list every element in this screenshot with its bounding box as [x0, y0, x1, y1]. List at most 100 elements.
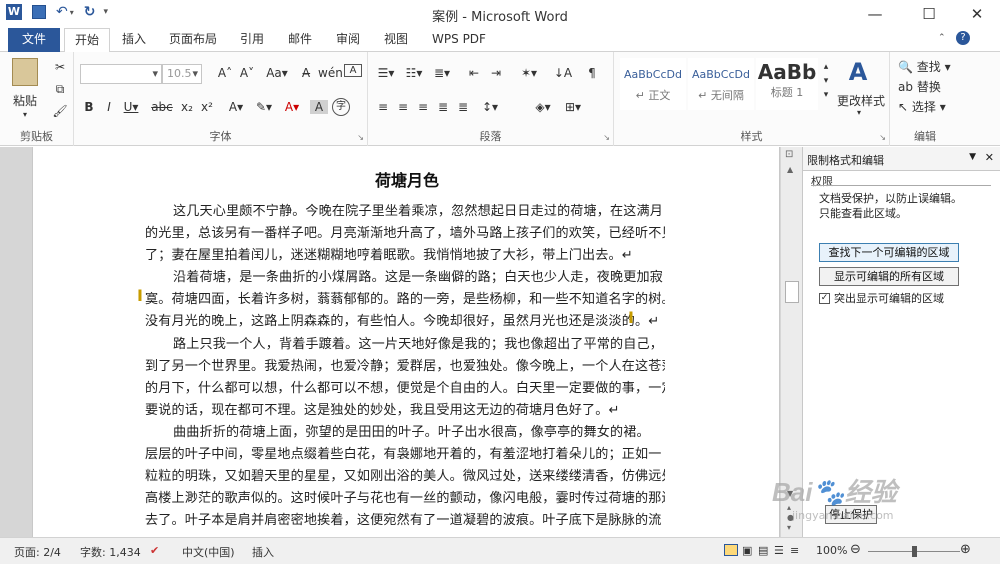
document-body[interactable]: 这几天心里颇不宁静。今晚在院子里坐着乘凉，忽然想起日日走过的荷塘，在这满月 的光里…: [145, 201, 665, 532]
document-line[interactable]: 了；妻在屋里拍着闰儿，迷迷糊糊地哼着眠歌。我悄悄地披了大衫，带上门出去。↵: [145, 245, 665, 267]
document-line[interactable]: 高楼上渺茫的歌声似的。这时候叶子与花也有一丝的颤动，像闪电般，霎时传过荷塘的那边: [145, 488, 665, 510]
find-next-editable-button[interactable]: 查找下一个可编辑的区域: [819, 243, 959, 262]
minimize-button[interactable]: —: [852, 0, 898, 28]
document-line[interactable]: 没有月光的晚上，这路上阴森森的，有些怕人。今晚却很好，虽然月光也还是淡淡的。↵: [145, 311, 665, 333]
help-icon[interactable]: ?: [956, 31, 970, 45]
document-line[interactable]: 的月下，什么都可以想，什么都可以不想，便觉是个自由的人。白天里一定要做的事，一定: [145, 378, 665, 400]
borders-icon[interactable]: ⊞▾: [560, 100, 586, 114]
align-right-icon[interactable]: ≡: [414, 100, 432, 114]
language-indicator[interactable]: 中文(中国): [182, 544, 235, 560]
paste-icon[interactable]: [12, 58, 38, 86]
proofing-icon[interactable]: ✔: [150, 544, 159, 557]
subscript-icon[interactable]: x₂: [178, 100, 196, 114]
tab-insert[interactable]: 插入: [114, 28, 154, 52]
highlight-checkbox[interactable]: ✓: [819, 292, 830, 304]
multilevel-list-icon[interactable]: ≣▾: [430, 66, 454, 80]
document-line[interactable]: 这几天心里颇不宁静。今晚在院子里坐着乘凉，忽然想起日日走过的荷塘，在这满月: [145, 201, 665, 223]
change-styles-icon[interactable]: A: [844, 58, 872, 86]
outline-view-icon[interactable]: ☰: [774, 544, 784, 557]
highlight-icon[interactable]: ✎▾: [252, 100, 276, 114]
scrollbar-thumb[interactable]: [785, 281, 799, 303]
char-shading-icon[interactable]: A: [310, 100, 328, 114]
cut-icon[interactable]: ✂: [52, 60, 68, 74]
strikethrough-icon[interactable]: abc: [150, 100, 174, 114]
document-line[interactable]: 的光里，总该另有一番样子吧。月亮渐渐地升高了，墙外马路上孩子们的欢笑，已经听不见: [145, 223, 665, 245]
copy-icon[interactable]: ⧉: [52, 82, 68, 97]
scroll-up-icon[interactable]: ▲: [787, 165, 793, 174]
print-layout-view-icon[interactable]: [724, 544, 738, 556]
tab-home[interactable]: 开始: [64, 28, 110, 53]
select-button[interactable]: ↖ 选择 ▾: [898, 98, 958, 115]
show-marks-icon[interactable]: ¶: [582, 66, 602, 80]
word-count[interactable]: 字数: 1,434: [80, 544, 141, 560]
tab-review[interactable]: 审阅: [330, 28, 366, 52]
font-size-combo[interactable]: 10.5 ▾: [162, 64, 202, 84]
styles-scroll-icon[interactable]: ▴ ▾ ▾: [820, 60, 832, 102]
font-name-combo[interactable]: ▾: [80, 64, 162, 84]
zoom-out-icon[interactable]: ⊖: [850, 542, 861, 557]
phonetic-guide-icon[interactable]: wén: [318, 66, 343, 80]
document-line[interactable]: 粒粒的明珠，又如碧天里的星星，又如刚出浴的美人。微风过处，送来缕缕清香，仿佛远处: [145, 466, 665, 488]
document-line[interactable]: 路上只我一个人，背着手踱着。这一片天地好像是我的；我也像超出了平常的自己，: [145, 334, 665, 356]
char-border-icon[interactable]: A: [344, 64, 362, 77]
style-heading-1[interactable]: AaBb 标题 1: [756, 58, 818, 110]
distributed-icon[interactable]: ≣: [454, 100, 472, 114]
document-line[interactable]: 到了另一个世界里。我爱热闹，也爱冷静；爱群居，也爱独处。像今晚上，一个人在这苍茫: [145, 356, 665, 378]
align-left-icon[interactable]: ≡: [374, 100, 392, 114]
grow-font-icon[interactable]: A˄: [214, 66, 236, 80]
superscript-icon[interactable]: x²: [198, 100, 216, 114]
document-line[interactable]: 沿着荷塘，是一条曲折的小煤屑路。这是一条幽僻的路；白天也少人走，夜晚更加寂: [145, 267, 665, 289]
italic-icon[interactable]: I: [100, 100, 118, 114]
zoom-slider-thumb[interactable]: [912, 546, 917, 557]
highlight-editable-option[interactable]: ✓ 突出显示可编辑的区域: [819, 290, 944, 306]
shrink-font-icon[interactable]: A˅: [236, 66, 258, 80]
tab-page-layout[interactable]: 页面布局: [164, 28, 222, 52]
sort-icon[interactable]: ↓A: [552, 66, 574, 80]
style-normal[interactable]: AaBbCcDd ↵ 正文: [620, 58, 686, 110]
justify-icon[interactable]: ≣: [434, 100, 452, 114]
tab-wps-pdf[interactable]: WPS PDF: [428, 28, 490, 52]
paste-dropdown-icon[interactable]: ▾: [20, 110, 30, 119]
document-page[interactable]: 荷塘月色 这几天心里颇不宁静。今晚在院子里坐着乘凉，忽然想起日日走过的荷塘，在这…: [32, 147, 780, 537]
numbering-icon[interactable]: ☷▾: [402, 66, 426, 80]
zoom-level[interactable]: 100%: [816, 544, 847, 557]
decrease-indent-icon[interactable]: ⇤: [464, 66, 484, 80]
tab-file[interactable]: 文件: [8, 28, 60, 52]
font-color-icon[interactable]: A▾: [280, 100, 304, 114]
paste-button[interactable]: 粘贴: [6, 92, 44, 109]
next-page-icon[interactable]: ▾: [787, 523, 791, 532]
format-painter-icon[interactable]: 🖌: [52, 104, 68, 118]
increase-indent-icon[interactable]: ⇥: [486, 66, 506, 80]
document-line[interactable]: 层层的叶子中间，零星地点缀着些白花，有袅娜地开着的，有羞涩地打着朵儿的；正如一: [145, 444, 665, 466]
collapse-ribbon-icon[interactable]: ⌃: [938, 33, 946, 43]
change-styles-dropdown-icon[interactable]: ▾: [854, 108, 864, 117]
full-screen-view-icon[interactable]: ▣: [742, 544, 752, 557]
web-layout-view-icon[interactable]: ▤: [758, 544, 768, 557]
draft-view-icon[interactable]: ≡: [790, 544, 799, 557]
zoom-slider[interactable]: [868, 546, 960, 557]
zoom-in-icon[interactable]: ⊕: [960, 542, 971, 557]
asian-layout-icon[interactable]: ✶▾: [516, 66, 542, 80]
pane-close-icon[interactable]: ✕: [985, 151, 994, 164]
insert-mode-indicator[interactable]: 插入: [252, 544, 274, 560]
tab-view[interactable]: 视图: [378, 28, 414, 52]
change-case-icon[interactable]: Aa▾: [264, 66, 290, 80]
style-no-spacing[interactable]: AaBbCcDd ↵ 无间隔: [688, 58, 754, 110]
tab-mailings[interactable]: 邮件: [282, 28, 318, 52]
bullets-icon[interactable]: ☰▾: [374, 66, 398, 80]
document-line[interactable]: 要说的话，现在都可不理。这是独处的妙处，我且受用这无边的荷塘月色好了。↵: [145, 400, 665, 422]
text-effects-icon[interactable]: A▾: [224, 100, 248, 114]
underline-icon[interactable]: U▾: [120, 100, 142, 114]
font-dialog-launcher-icon[interactable]: ↘: [357, 133, 364, 142]
shading-icon[interactable]: ◈▾: [530, 100, 556, 114]
ruler-toggle-icon[interactable]: ⊡: [785, 149, 793, 160]
show-all-editable-button[interactable]: 显示可编辑的所有区域: [819, 267, 959, 286]
document-line[interactable]: 去了。叶子本是肩并肩密密地挨着，这便宛然有了一道凝碧的波痕。叶子底下是脉脉的流: [145, 510, 665, 532]
pane-options-icon[interactable]: ▼: [969, 152, 976, 162]
close-button[interactable]: ✕: [954, 0, 1000, 28]
document-line[interactable]: 寞。荷塘四面，长着许多树，蓊蓊郁郁的。路的一旁，是些杨柳，和一些不知道名字的树。: [145, 289, 665, 311]
find-button[interactable]: 🔍 查找 ▾: [898, 58, 958, 75]
change-styles-button[interactable]: 更改样式: [836, 92, 886, 109]
tab-references[interactable]: 引用: [234, 28, 270, 52]
maximize-button[interactable]: ☐: [906, 0, 952, 28]
